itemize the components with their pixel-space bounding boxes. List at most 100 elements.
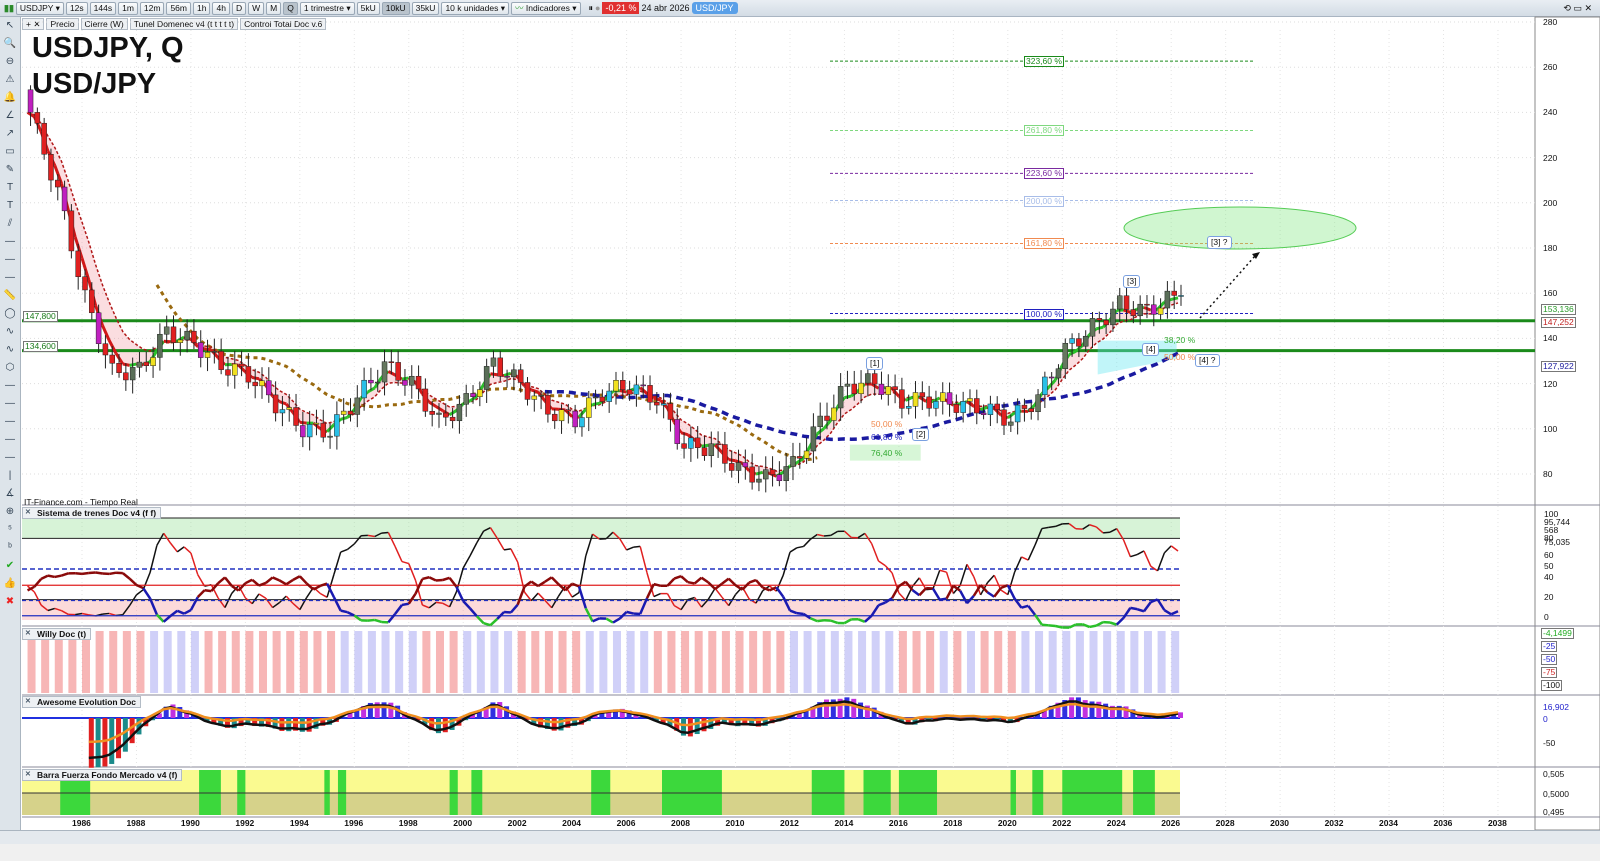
willy-line bbox=[1068, 623, 1077, 629]
candle bbox=[286, 407, 292, 410]
candle bbox=[238, 363, 245, 367]
willy-bar bbox=[640, 631, 649, 693]
candle bbox=[347, 410, 354, 415]
trenes-line bbox=[870, 543, 880, 562]
willy-bar bbox=[844, 631, 853, 693]
overbought-zone bbox=[22, 518, 1180, 539]
pane-header-willy[interactable]: Willy Doc (t) bbox=[22, 628, 92, 640]
trenes-line bbox=[1156, 552, 1166, 572]
price-tick: 260 bbox=[1543, 62, 1558, 73]
trenes-line bbox=[803, 538, 811, 547]
candle bbox=[905, 406, 912, 409]
willy-line bbox=[1048, 624, 1056, 628]
trenes-line bbox=[142, 572, 151, 590]
willy-bar bbox=[1062, 631, 1071, 693]
candle bbox=[504, 375, 510, 378]
year-tick: 2010 bbox=[725, 818, 745, 828]
willy-bar bbox=[667, 631, 676, 693]
price-tick: 280 bbox=[1543, 17, 1558, 27]
candle bbox=[415, 375, 422, 390]
fib-wave-label: 76,40 % bbox=[871, 448, 903, 458]
candle bbox=[1069, 338, 1075, 344]
candle bbox=[191, 330, 197, 343]
willy-bar bbox=[1089, 631, 1098, 693]
title-symbol: USDJPY, Q bbox=[32, 32, 184, 64]
year-tick: 2034 bbox=[1379, 818, 1398, 828]
candle bbox=[1062, 343, 1069, 369]
candle bbox=[293, 407, 299, 426]
awesome-bar bbox=[109, 718, 115, 764]
candle bbox=[334, 414, 340, 437]
trenes-line bbox=[789, 547, 798, 553]
candle bbox=[939, 392, 946, 402]
candle bbox=[783, 466, 789, 482]
willy-bar bbox=[1157, 631, 1166, 693]
candle bbox=[892, 386, 898, 390]
candle bbox=[34, 112, 41, 124]
willy-bar bbox=[708, 631, 717, 693]
candle bbox=[95, 312, 102, 344]
candle bbox=[620, 380, 626, 390]
candle bbox=[1144, 303, 1150, 306]
willy-bar bbox=[327, 631, 336, 693]
candle bbox=[163, 326, 170, 335]
willy-bar bbox=[1007, 631, 1016, 693]
candle bbox=[225, 369, 231, 376]
candle bbox=[204, 352, 211, 358]
pane-header-awesome[interactable]: Awesome Evolution Doc bbox=[22, 696, 142, 708]
barra-tick: 0,5000 bbox=[1543, 789, 1569, 799]
fib-wave-label: 50,00 % bbox=[1164, 352, 1196, 362]
willy-line bbox=[367, 618, 375, 622]
trenes-line bbox=[169, 542, 178, 553]
candle bbox=[272, 394, 279, 414]
fib-label: 261,80 % bbox=[1024, 125, 1064, 137]
candle bbox=[933, 401, 939, 409]
pane-header-barra[interactable]: Barra Fuerza Fondo Mercado v4 (f) bbox=[22, 769, 183, 781]
barra-tick: 0,505 bbox=[1543, 769, 1565, 779]
candle bbox=[1137, 303, 1143, 317]
chart-canvas[interactable] bbox=[0, 0, 1600, 861]
candle bbox=[55, 179, 61, 188]
horizontal-scrollbar[interactable] bbox=[0, 830, 1600, 844]
candle bbox=[837, 386, 844, 409]
candle bbox=[177, 339, 184, 343]
candle bbox=[320, 422, 327, 438]
trenes-line bbox=[347, 543, 355, 551]
year-tick: 1996 bbox=[344, 818, 364, 828]
candle bbox=[878, 383, 885, 395]
willy-bar bbox=[463, 631, 472, 693]
trenes-line bbox=[435, 601, 443, 605]
candle bbox=[1178, 295, 1184, 297]
year-tick: 2030 bbox=[1270, 818, 1290, 828]
candle bbox=[1035, 394, 1041, 413]
willy-bar bbox=[966, 631, 975, 693]
willy-bar bbox=[381, 631, 390, 693]
candle bbox=[470, 393, 476, 398]
year-tick: 2020 bbox=[997, 818, 1017, 828]
candle bbox=[388, 361, 395, 363]
willy-line bbox=[374, 618, 382, 624]
data-source: IT-Finance.com - Tiempo Real bbox=[24, 497, 138, 507]
willy-bar bbox=[858, 631, 867, 693]
candle bbox=[728, 463, 735, 471]
awesome-bar bbox=[122, 718, 128, 752]
willy-line bbox=[401, 602, 409, 607]
willy-bar bbox=[395, 631, 404, 693]
trenes-line bbox=[707, 587, 716, 600]
willy-line bbox=[755, 579, 764, 589]
candle bbox=[953, 404, 960, 413]
willy-line bbox=[217, 576, 226, 585]
willy-line bbox=[422, 576, 430, 581]
candle bbox=[1123, 295, 1130, 310]
pane-header-trenes[interactable]: Sistema de trenes Doc v4 (f f) bbox=[22, 507, 162, 519]
year-tick: 1986 bbox=[72, 818, 91, 828]
trenes-line bbox=[939, 569, 947, 573]
wave-label-w3q: [3] ? bbox=[1207, 236, 1232, 249]
willy-line bbox=[483, 621, 491, 627]
candle bbox=[797, 456, 803, 459]
willy-line bbox=[54, 574, 62, 579]
price-marker: 147,252 bbox=[1541, 317, 1576, 328]
candle bbox=[565, 409, 572, 412]
willy-line bbox=[278, 579, 287, 586]
trenes-line bbox=[653, 592, 661, 598]
